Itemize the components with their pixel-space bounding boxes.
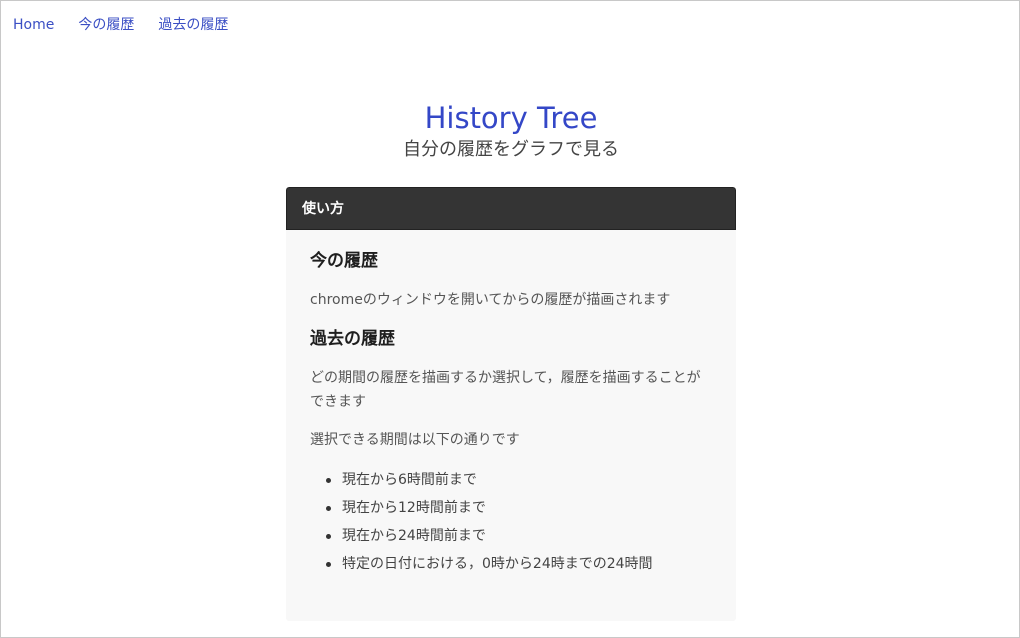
section-heading-current-history: 今の履歴	[310, 251, 378, 271]
nav-link-past-history[interactable]: 過去の履歴	[158, 15, 228, 35]
list-item: 現在から24時間前まで	[324, 522, 712, 550]
period-list: 現在から6時間前まで 現在から12時間前まで 現在から24時間前まで 特定の日付…	[310, 466, 712, 578]
usage-card-header: 使い方	[286, 187, 736, 230]
list-item: 特定の日付における，0時から24時までの24時間	[324, 550, 712, 578]
page: Home 今の履歴 過去の履歴 History Tree 自分の履歴をグラフで見…	[0, 0, 1020, 638]
list-item: 現在から6時間前まで	[324, 466, 712, 494]
nav-link-current-history[interactable]: 今の履歴	[78, 15, 134, 35]
usage-card-body: 今の履歴 chromeのウィンドウを開いてからの履歴が描画されます 過去の履歴 …	[286, 230, 736, 578]
section-heading-past-history: 過去の履歴	[310, 329, 395, 349]
nav-link-home[interactable]: Home	[13, 15, 54, 35]
usage-card: 使い方 今の履歴 chromeのウィンドウを開いてからの履歴が描画されます 過去…	[286, 187, 736, 621]
section-text-current-history: chromeのウィンドウを開いてからの履歴が描画されます	[310, 292, 671, 308]
top-nav: Home 今の履歴 過去の履歴	[13, 15, 228, 35]
hero: History Tree 自分の履歴をグラフで見る	[1, 99, 1020, 163]
list-item: 現在から12時間前まで	[324, 494, 712, 522]
page-title: History Tree	[424, 101, 598, 135]
section-text-past-history: どの期間の履歴を描画するか選択して，履歴を描画することができます	[310, 370, 701, 410]
page-subtitle: 自分の履歴をグラフで見る	[403, 139, 619, 160]
section-text-period-intro: 選択できる期間は以下の通りです	[310, 432, 520, 448]
